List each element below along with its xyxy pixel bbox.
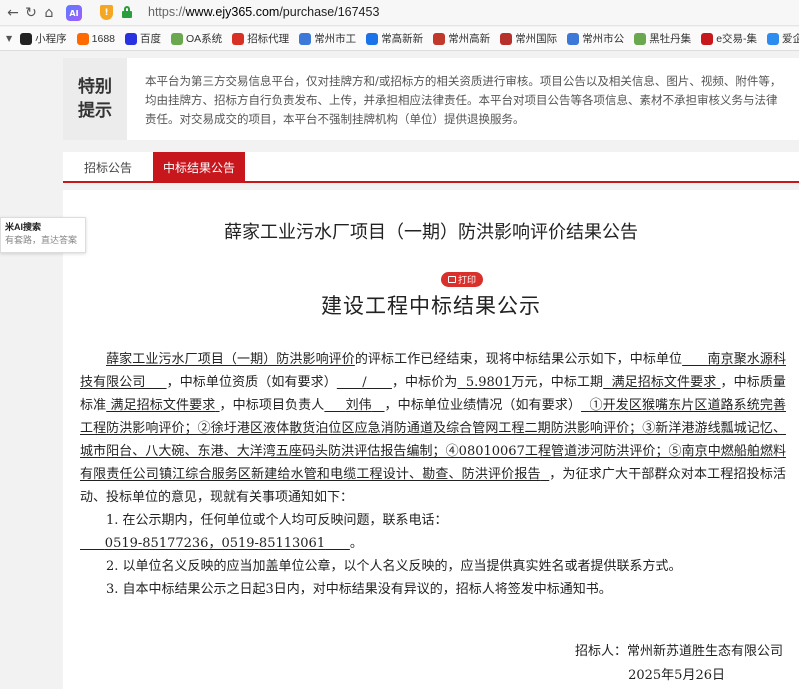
issue-date: 2025年5月26日 <box>628 668 725 683</box>
bookmark-label: 常州市工 <box>314 33 357 45</box>
bookmark-favicon-icon <box>433 32 446 45</box>
bookmark-label: OA系统 <box>186 33 223 45</box>
bookmark-item[interactable]: 常州市工 <box>299 31 356 46</box>
bookmark-favicon-icon <box>366 32 379 45</box>
issuer: 招标人：常州新苏道胜生态有限公司 <box>574 644 783 659</box>
bookmark-label: 黑牡丹集 <box>649 33 692 45</box>
bookmark-favicon-icon <box>299 32 312 45</box>
project-name: 薛家工业污水厂项目（一期）防洪影响评价 <box>106 352 355 367</box>
notice-text: 本平台为第三方交易信息平台，仅对挂牌方和/或招标方的相关资质进行审核。项目公告以… <box>145 74 782 126</box>
bookmark-favicon-icon <box>171 32 184 45</box>
body-text-b: ，中标单位资质（如有要求） <box>166 375 337 390</box>
bookmark-label: e交易-集 <box>716 33 758 45</box>
announcement-content: 薛家工业污水厂项目（一期）防洪影响评价结果公告 打印 建设工程中标结果公示 薛家… <box>63 190 799 689</box>
url-host: www.ejy365.com <box>185 5 280 19</box>
printer-icon <box>447 276 456 283</box>
quality-standard: 满足招标文件要求 <box>106 398 219 413</box>
ai-panel-subtitle: 有套路，直达答案 <box>5 235 78 245</box>
tab-tender-announcement[interactable]: 招标公告 <box>63 152 153 183</box>
document-heading: 建设工程中标结果公示 <box>321 294 541 318</box>
home-icon[interactable]: ⌂ <box>40 4 58 22</box>
notice-label: 特别 提示 <box>63 58 127 140</box>
notice-label-line2: 提示 <box>78 101 112 121</box>
bookmark-favicon-icon <box>20 32 33 45</box>
url-protocol: https:// <box>148 5 186 19</box>
award-price: 5.9801 <box>457 375 512 390</box>
bookmark-favicon-icon <box>767 32 780 45</box>
shield-icon[interactable]: ! <box>100 5 113 20</box>
price-unit: 万元，中标工期 <box>511 375 604 390</box>
bookmark-favicon-icon <box>567 32 580 45</box>
bookmark-favicon-icon <box>232 32 245 45</box>
project-manager: 刘伟 <box>324 398 384 413</box>
page-title: 薛家工业污水厂项目（一期）防洪影响评价结果公告 <box>224 222 638 243</box>
bookmark-favicon-icon <box>634 32 647 45</box>
qualification: / <box>337 375 392 390</box>
award-price-value: 5.9801 <box>465 375 512 390</box>
bookmarks-list: 小程序 1688 百度 OA系统 招标代理 常州市工 常高新新 常州高新 常州国际 常州市公 黑牡丹… <box>20 31 799 46</box>
qualification-value: / <box>362 375 367 390</box>
bookmark-item[interactable]: e交易-集 <box>701 31 757 46</box>
body-text-c: ，中标价为 <box>391 375 458 390</box>
bookmark-label: 常州国际 <box>515 33 558 45</box>
ai-assistant-icon[interactable]: AI <box>66 5 82 21</box>
quality-value: 满足招标文件要求 <box>110 398 216 413</box>
bookmark-item[interactable]: 爱企查首 <box>767 31 799 46</box>
url-path: /purchase/167453 <box>279 5 380 19</box>
bookmarks-bar: ▼ 小程序 1688 百度 OA系统 招标代理 常州市工 常高新新 常州高新 常州国际 常州市公 黑… <box>0 27 799 51</box>
bookmark-item[interactable]: 常州高新 <box>433 31 490 46</box>
bookmark-label: 百度 <box>140 33 162 45</box>
contact-phones: 0519-85177236，0519-85113061 。 <box>80 532 786 555</box>
phones-underline: 0519-85177236，0519-85113061 <box>80 536 350 551</box>
bookmark-item[interactable]: 小程序 <box>20 31 67 46</box>
manager-value: 刘伟 <box>345 398 372 413</box>
bookmark-label: 常州市公 <box>582 33 625 45</box>
list-item: 3. 自本中标结果公示之日起3日内，对中标结果没有异议的，招标人将签发中标通知书… <box>106 582 612 597</box>
bookmark-label: 爱企查首 <box>782 33 799 45</box>
phones-end: 。 <box>349 536 363 551</box>
bookmarks-arrow-icon[interactable]: ▼ <box>6 34 12 43</box>
special-notice: 特别 提示 本平台为第三方交易信息平台，仅对挂牌方和/或招标方的相关资质进行审核… <box>63 58 799 140</box>
list-item: 2. 以单位名义反映的应当加盖单位公章，以个人名义反映的，应当提供真实姓名或者提… <box>106 559 682 574</box>
bookmark-item[interactable]: 常州市公 <box>567 31 624 46</box>
reload-icon[interactable]: ↻ <box>22 4 40 22</box>
bookmark-item[interactable]: 常州国际 <box>500 31 557 46</box>
bookmark-label: 常州高新 <box>448 33 491 45</box>
phones-value: 0519-85177236，0519-85113061 <box>104 536 326 551</box>
bookmark-item[interactable]: 1688 <box>76 32 116 45</box>
notice-label-line1: 特别 <box>78 77 112 97</box>
back-icon[interactable]: ← <box>4 4 22 22</box>
bookmark-item[interactable]: 常高新新 <box>366 31 423 46</box>
body-text-f: ，中标单位业绩情况（如有要求） <box>384 398 582 413</box>
ai-panel-title: 米AI搜索 <box>5 222 42 232</box>
bookmark-favicon-icon <box>500 32 513 45</box>
url-field[interactable]: https://www.ejy365.com/purchase/167453 <box>148 5 379 19</box>
print-label: 打印 <box>457 276 476 286</box>
bookmark-label: 1688 <box>91 32 116 45</box>
announcement-tabs: 招标公告 中标结果公告 <box>63 152 799 183</box>
bookmark-favicon-icon <box>125 32 138 45</box>
list-item: 1. 在公示期内，任何单位或个人均可反映问题，联系电话： <box>106 513 448 528</box>
bookmark-favicon-icon <box>701 32 714 45</box>
bookmark-item[interactable]: 百度 <box>125 31 161 46</box>
ai-search-panel[interactable]: 米AI搜索 有套路，直达答案 <box>0 217 86 253</box>
bookmark-label: 小程序 <box>35 33 67 45</box>
duration-value: 满足招标文件要求 <box>611 375 717 390</box>
bookmark-favicon-icon <box>76 32 89 45</box>
announcement-body: 薛家工业污水厂项目（一期）防洪影响评价的评标工作已经结束，现将中标结果公示如下，… <box>80 348 786 601</box>
body-text-e: ，中标项目负责人 <box>219 398 325 413</box>
bookmark-label: 常高新新 <box>381 33 424 45</box>
bookmark-item[interactable]: OA系统 <box>171 31 222 46</box>
address-bar: ← ↻ ⌂ AI ! https://www.ejy365.com/purcha… <box>0 0 799 26</box>
print-button[interactable]: 打印 <box>441 272 483 287</box>
bookmark-item[interactable]: 招标代理 <box>232 31 289 46</box>
duration: 满足招标文件要求 <box>603 375 720 390</box>
bookmark-item[interactable]: 黑牡丹集 <box>634 31 691 46</box>
bookmark-label: 招标代理 <box>247 33 290 45</box>
lock-icon[interactable] <box>122 6 132 18</box>
body-text-a: 的评标工作已经结束，现将中标结果公示如下，中标单位 <box>354 352 683 367</box>
tab-award-result[interactable]: 中标结果公告 <box>153 152 245 183</box>
signature-block: 招标人：常州新苏道胜生态有限公司 2025年5月26日 <box>575 640 783 688</box>
